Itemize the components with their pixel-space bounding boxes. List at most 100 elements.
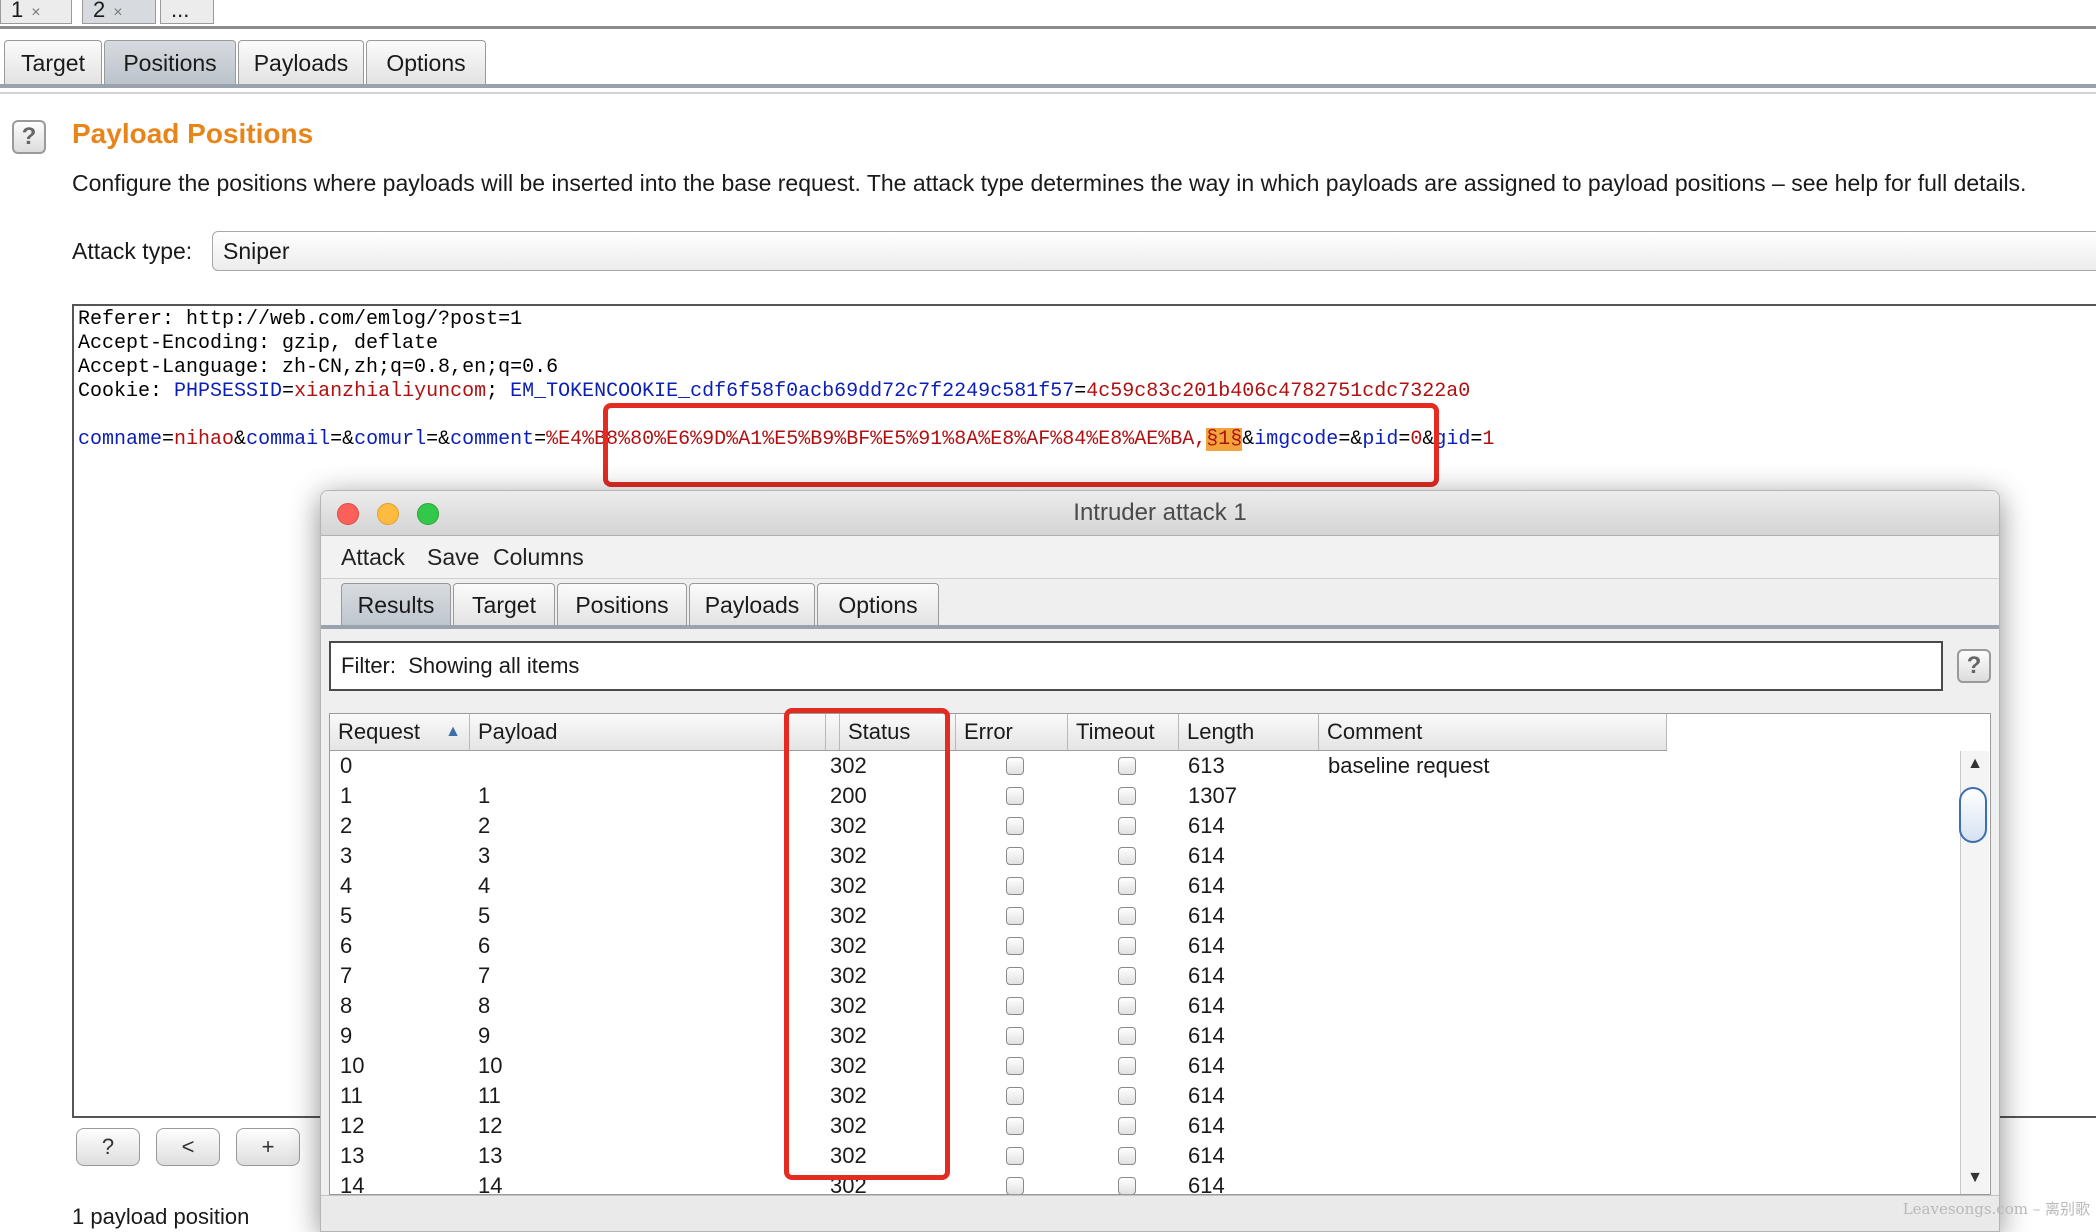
timeout-checkbox <box>1118 937 1136 955</box>
window-footer <box>321 1195 1999 1231</box>
column-length[interactable]: Length <box>1179 714 1319 750</box>
cell-request: 11 <box>340 1083 363 1108</box>
table-row[interactable]: 8 8 302 614 <box>330 991 1650 1021</box>
tab-positions[interactable]: Positions <box>104 40 236 84</box>
timeout-checkbox <box>1118 787 1136 805</box>
tab-divider <box>321 625 1999 629</box>
section-description: Configure the positions where payloads w… <box>72 170 2027 196</box>
scroll-up-icon[interactable]: ▲ <box>1961 755 1989 773</box>
error-checkbox <box>1006 937 1024 955</box>
cell-length: 1307 <box>1188 783 1237 808</box>
tab-positions[interactable]: Positions <box>557 583 687 625</box>
scroll-down-icon[interactable]: ▼ <box>1961 1169 1989 1187</box>
timeout-checkbox <box>1118 1027 1136 1045</box>
scrollbar-thumb[interactable] <box>1959 787 1987 843</box>
menu-attack[interactable]: Attack <box>341 536 405 578</box>
cell-payload: 8 <box>478 993 491 1018</box>
column-error[interactable]: Error <box>956 714 1068 750</box>
column-payload[interactable]: Payload <box>470 714 826 750</box>
error-checkbox <box>1006 847 1024 865</box>
cell-length: 614 <box>1188 963 1225 988</box>
timeout-checkbox <box>1118 847 1136 865</box>
table-row[interactable]: 12 12 302 614 <box>330 1111 1650 1141</box>
column-timeout[interactable]: Timeout <box>1068 714 1179 750</box>
timeout-checkbox <box>1118 877 1136 895</box>
menu-columns[interactable]: Columns <box>493 536 584 578</box>
menu-bar: Attack Save Columns <box>321 536 1999 579</box>
error-checkbox <box>1006 877 1024 895</box>
tab-options[interactable]: Options <box>817 583 939 625</box>
cell-payload: 3 <box>478 843 491 868</box>
editor-help-button[interactable]: ? <box>76 1128 140 1166</box>
table-row[interactable]: 0 302 613 baseline request <box>330 751 1650 781</box>
menu-save[interactable]: Save <box>427 536 479 578</box>
table-row[interactable]: 14 14 302 614 <box>330 1171 1650 1194</box>
request-tab-more[interactable]: ... <box>160 0 214 24</box>
column-comment[interactable]: Comment <box>1319 714 1667 750</box>
cell-request: 0 <box>340 753 353 778</box>
close-icon[interactable]: × <box>113 4 122 21</box>
timeout-checkbox <box>1118 1147 1136 1165</box>
help-icon[interactable]: ? <box>1957 649 1991 683</box>
tab-label: 1 <box>11 0 24 22</box>
tab-payloads[interactable]: Payloads <box>689 583 815 625</box>
error-checkbox <box>1006 907 1024 925</box>
cell-length: 614 <box>1188 1113 1225 1138</box>
cell-length: 614 <box>1188 903 1225 928</box>
table-header: Request ▲ Payload Status Error Timeout L… <box>330 714 1667 751</box>
cell-payload: 11 <box>478 1083 501 1108</box>
header-accept-encoding: Accept-Encoding: gzip, deflate <box>78 332 439 355</box>
attack-type-select[interactable]: Sniper <box>212 231 2096 271</box>
table-row[interactable]: 4 4 302 614 <box>330 871 1650 901</box>
error-checkbox <box>1006 967 1024 985</box>
window-title: Intruder attack 1 <box>1073 499 1247 526</box>
tab-results[interactable]: Results <box>341 583 451 625</box>
timeout-checkbox <box>1118 1087 1136 1105</box>
cell-length: 614 <box>1188 1173 1225 1194</box>
error-checkbox <box>1006 817 1024 835</box>
cell-length: 614 <box>1188 1023 1225 1048</box>
tab-options[interactable]: Options <box>366 40 486 84</box>
table-row[interactable]: 9 9 302 614 <box>330 1021 1650 1051</box>
tab-target[interactable]: Target <box>4 40 102 84</box>
filter-label: Filter: <box>341 653 396 678</box>
help-icon[interactable]: ? <box>12 120 46 154</box>
header-referer: Referer: http://web.com/emlog/?post=1 <box>78 308 523 331</box>
cell-payload: 14 <box>478 1173 503 1194</box>
cell-request: 14 <box>340 1173 365 1194</box>
request-tab-1[interactable]: 1 × <box>0 0 72 24</box>
table-row[interactable]: 6 6 302 614 <box>330 931 1650 961</box>
tab-label: ... <box>171 0 190 22</box>
table-row[interactable]: 13 13 302 614 <box>330 1141 1650 1171</box>
cell-payload: 2 <box>478 813 491 838</box>
tab-target[interactable]: Target <box>453 583 555 625</box>
add-button[interactable]: + <box>236 1128 300 1166</box>
header-cookie: Cookie: PHPSESSID=xianzhialiyuncom; EM_T… <box>78 380 1471 403</box>
table-row[interactable]: 1 1 200 1307 <box>330 781 1650 811</box>
timeout-checkbox <box>1118 1177 1136 1194</box>
table-row[interactable]: 7 7 302 614 <box>330 961 1650 991</box>
cell-request: 10 <box>340 1053 365 1078</box>
close-icon[interactable]: × <box>31 4 40 21</box>
cell-request: 4 <box>340 873 353 898</box>
previous-button[interactable]: < <box>156 1128 220 1166</box>
vertical-scrollbar[interactable]: ▲ ▼ <box>1959 751 1989 1194</box>
cell-length: 614 <box>1188 1143 1225 1168</box>
timeout-checkbox <box>1118 817 1136 835</box>
cell-length: 614 <box>1188 843 1225 868</box>
table-row[interactable]: 3 3 302 614 <box>330 841 1650 871</box>
error-checkbox <box>1006 787 1024 805</box>
table-row[interactable]: 5 5 302 614 <box>330 901 1650 931</box>
request-tab-2[interactable]: 2 × <box>82 0 156 24</box>
table-row[interactable]: 10 10 302 614 <box>330 1051 1650 1081</box>
column-request[interactable]: Request ▲ <box>330 714 470 750</box>
table-row[interactable]: 11 11 302 614 <box>330 1081 1650 1111</box>
request-tab-strip: 1 × 2 × ... <box>0 0 2096 29</box>
cell-comment: baseline request <box>1328 753 1490 778</box>
filter-bar[interactable]: Filter: Showing all items <box>329 641 1943 691</box>
error-checkbox <box>1006 1057 1024 1075</box>
tab-payloads[interactable]: Payloads <box>238 40 364 84</box>
timeout-checkbox <box>1118 907 1136 925</box>
table-row[interactable]: 2 2 302 614 <box>330 811 1650 841</box>
attack-type-label: Attack type: <box>72 238 193 264</box>
